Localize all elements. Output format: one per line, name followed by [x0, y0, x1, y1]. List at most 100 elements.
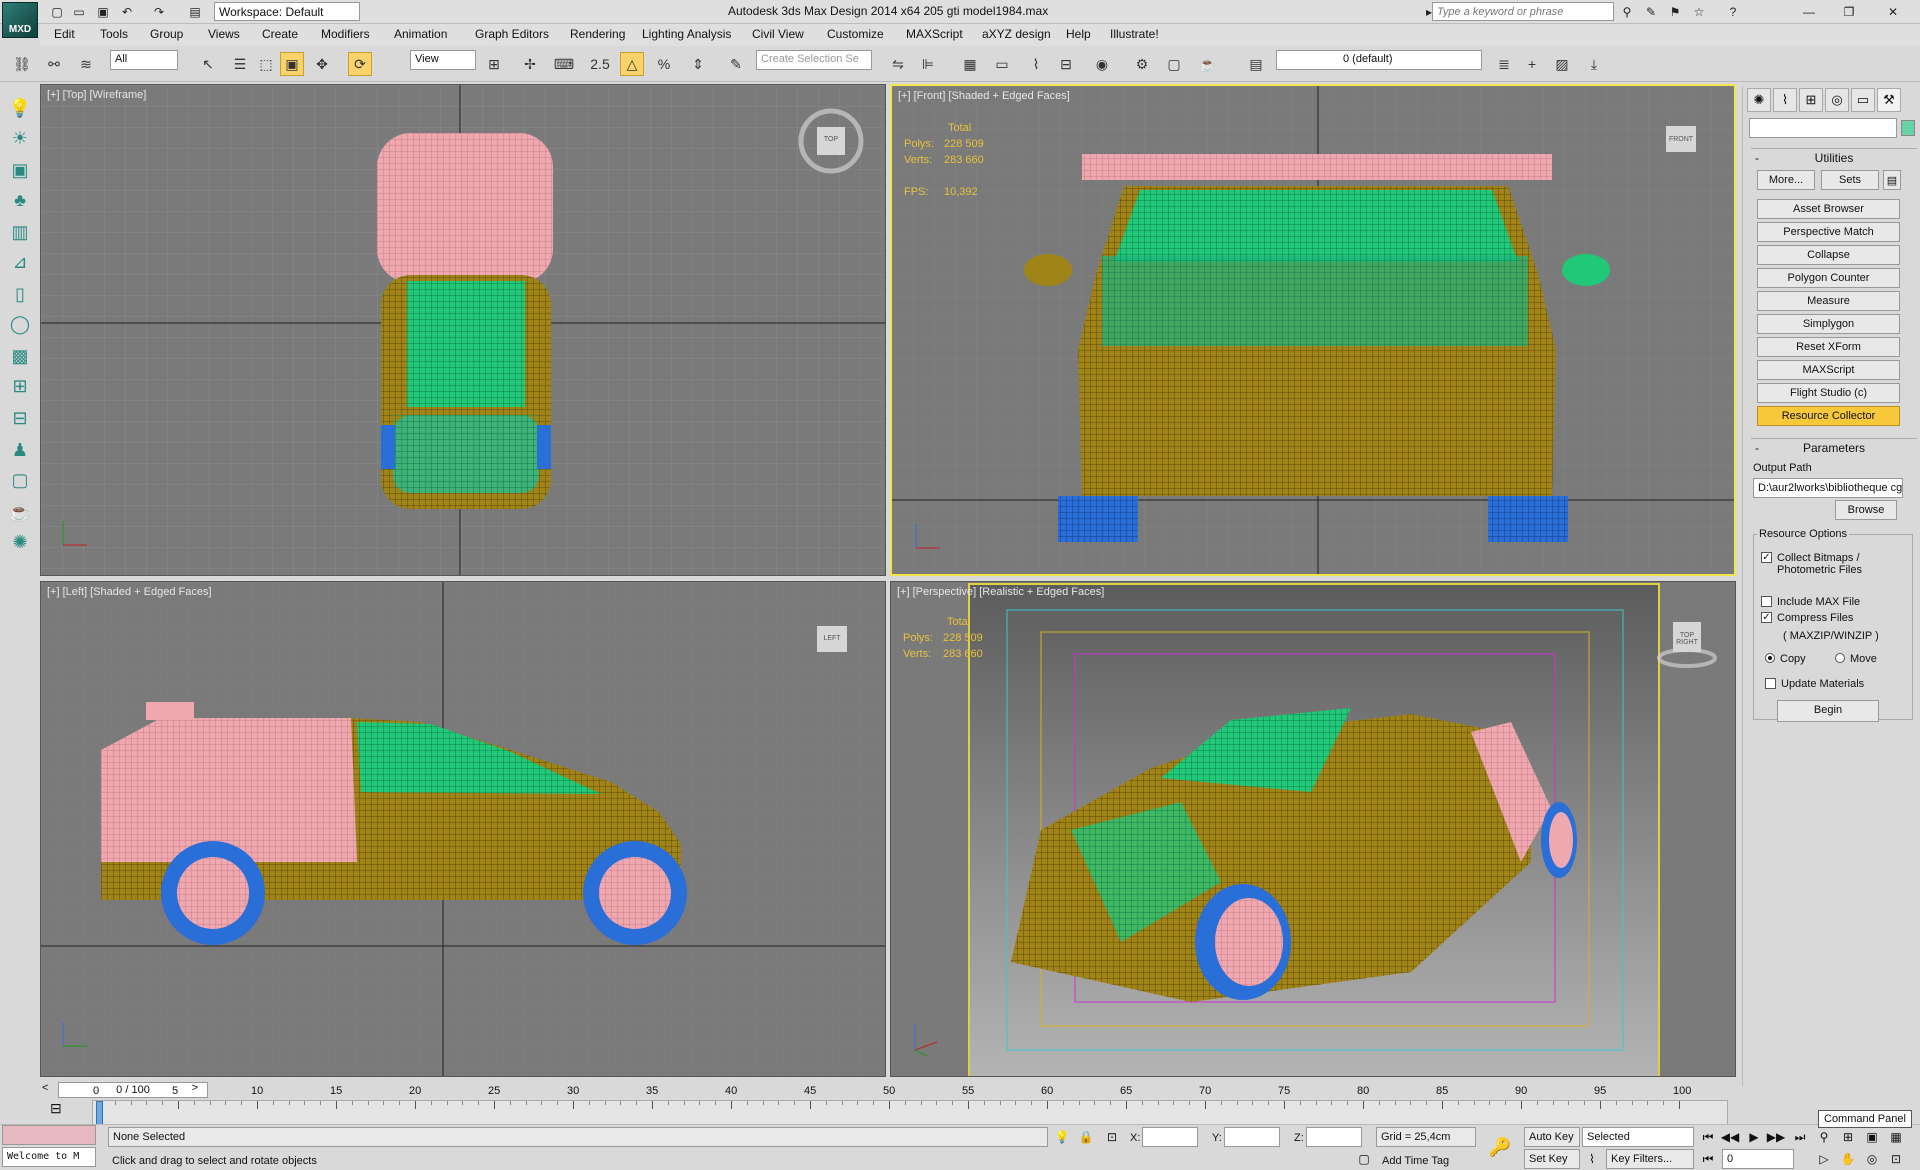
curve-editor-mini-icon[interactable]: ⊟: [50, 1100, 74, 1124]
utilities-tab-icon[interactable]: ⚒: [1877, 88, 1901, 112]
compress-files-checkbox[interactable]: ✓ Compress Files: [1761, 612, 1853, 624]
rect-selection-icon[interactable]: ⬚: [254, 52, 278, 76]
viewport-label[interactable]: [+] [Perspective] [Realistic + Edged Fac…: [897, 586, 1104, 598]
window-icon[interactable]: ▢: [6, 466, 34, 494]
selection-lock-icon[interactable]: 🔒: [1076, 1127, 1096, 1147]
add-time-tag-button[interactable]: Add Time Tag: [1382, 1155, 1449, 1167]
rendered-frame-icon[interactable]: ▢: [1162, 52, 1186, 76]
window-crossing-icon[interactable]: ▣: [280, 52, 304, 76]
sun-icon[interactable]: ☀: [6, 124, 34, 152]
favorites-icon[interactable]: ☆: [1690, 3, 1708, 21]
menu-views[interactable]: Views: [208, 27, 240, 41]
timeline-prev-icon[interactable]: <: [42, 1082, 56, 1098]
grid-icon[interactable]: ⊞: [6, 372, 34, 400]
set-key-button[interactable]: Set Key: [1524, 1149, 1580, 1169]
view-cube-label[interactable]: LEFT: [817, 635, 847, 642]
bind-spacewarp-icon[interactable]: ≋: [74, 52, 98, 76]
view-cube-label[interactable]: TOP RIGHT: [1671, 632, 1703, 646]
hierarchy-tab-icon[interactable]: ⊞: [1799, 88, 1823, 112]
viewport-perspective[interactable]: [+] [Perspective] [Realistic + Edged Fac…: [890, 581, 1736, 1077]
measure-button[interactable]: Measure: [1757, 291, 1900, 311]
zoom-extents-icon[interactable]: ▣: [1862, 1127, 1882, 1147]
menu-help[interactable]: Help: [1066, 27, 1091, 41]
menu-axyz-design[interactable]: aXYZ design: [982, 27, 1051, 41]
x-coordinate-input[interactable]: [1142, 1127, 1198, 1147]
align-icon[interactable]: ⊫: [916, 52, 940, 76]
maximize-viewport-icon[interactable]: ⊡: [1886, 1149, 1906, 1169]
communication-icon[interactable]: ⚑: [1666, 3, 1684, 21]
begin-button[interactable]: Begin: [1777, 700, 1879, 722]
zoom-icon[interactable]: ⚲: [1814, 1127, 1834, 1147]
auto-key-button[interactable]: Auto Key: [1524, 1127, 1580, 1147]
viewport-label[interactable]: [+] [Front] [Shaded + Edged Faces]: [898, 90, 1070, 102]
menu-create[interactable]: Create: [262, 27, 298, 41]
menu-civil-view[interactable]: Civil View: [752, 27, 804, 41]
workspace-dropdown[interactable]: Workspace: Default: [214, 2, 360, 21]
pan-icon[interactable]: ✋: [1838, 1149, 1858, 1169]
more-button[interactable]: More...: [1757, 170, 1815, 190]
mirror-icon[interactable]: ⇋: [886, 52, 910, 76]
move-icon[interactable]: ✥: [310, 52, 334, 76]
door-icon[interactable]: ▯: [6, 280, 34, 308]
edit-named-selection-icon[interactable]: ✎: [724, 52, 748, 76]
undo-icon[interactable]: ↶: [118, 3, 136, 21]
modify-tab-icon[interactable]: ⌇: [1773, 88, 1797, 112]
graphite-ribbon-icon[interactable]: ▭: [990, 52, 1014, 76]
link-icon[interactable]: ⛓: [10, 52, 34, 76]
open-file-icon[interactable]: ▭: [70, 3, 88, 21]
help-icon[interactable]: ?: [1724, 3, 1742, 21]
binoculars-icon[interactable]: ⚲: [1618, 3, 1636, 21]
panel-name-field[interactable]: [1749, 118, 1897, 138]
menu-graph-editors[interactable]: Graph Editors: [475, 27, 549, 41]
flight-studio-button[interactable]: Flight Studio (c): [1757, 383, 1900, 403]
configure-sets-icon[interactable]: ▤: [1883, 170, 1901, 190]
light-bulb-icon[interactable]: 💡: [6, 94, 34, 122]
timeline-current-frame-marker[interactable]: [96, 1101, 103, 1125]
parameters-rollout[interactable]: - Parameters: [1751, 438, 1917, 456]
render-icon[interactable]: ☕: [1196, 52, 1220, 76]
viewport-front[interactable]: [+] [Front] [Shaded + Edged Faces] FRONT…: [890, 84, 1736, 576]
key-mode-dropdown[interactable]: Selected: [1582, 1127, 1694, 1147]
set-current-layer-icon[interactable]: ⤓: [1582, 52, 1606, 76]
curve-editor-icon[interactable]: ⌇: [1024, 52, 1048, 76]
menu-tools[interactable]: Tools: [100, 27, 128, 41]
search-input[interactable]: Type a keyword or phrase: [1432, 2, 1614, 21]
camera-icon[interactable]: ▣: [6, 156, 34, 184]
tree-icon[interactable]: ♣: [6, 186, 34, 214]
menu-illustrate[interactable]: Illustrate!: [1110, 27, 1159, 41]
copy-radio[interactable]: Copy: [1765, 653, 1806, 665]
layer-toolbar-icon[interactable]: ▤: [1244, 52, 1268, 76]
z-coordinate-input[interactable]: [1306, 1127, 1362, 1147]
create-layer-icon[interactable]: ≣: [1492, 52, 1516, 76]
go-to-start-icon[interactable]: ⏮: [1698, 1127, 1718, 1147]
viewport-label[interactable]: [+] [Left] [Shaded + Edged Faces]: [47, 586, 212, 598]
menu-animation[interactable]: Animation: [394, 27, 447, 41]
stair-icon[interactable]: ⊿: [6, 248, 34, 276]
motion-tab-icon[interactable]: ◎: [1825, 88, 1849, 112]
rotate-icon[interactable]: ⟳: [348, 52, 372, 76]
snap-toggle-icon[interactable]: 2.5: [588, 52, 612, 76]
bulb-alt-icon[interactable]: ✺: [6, 528, 34, 556]
layer-dropdown[interactable]: 0 (default): [1276, 50, 1482, 70]
simplygon-button[interactable]: Simplygon: [1757, 314, 1900, 334]
update-materials-checkbox[interactable]: Update Materials: [1765, 678, 1864, 690]
schematic-view-icon[interactable]: ⊟: [1054, 52, 1078, 76]
browse-button[interactable]: Browse: [1835, 500, 1897, 520]
menu-customize[interactable]: Customize: [827, 27, 884, 41]
panel-icon[interactable]: ⊟: [6, 404, 34, 432]
selection-filter-dropdown[interactable]: All: [110, 50, 178, 70]
time-tag-icon[interactable]: ▢: [1354, 1149, 1374, 1169]
viewport-left[interactable]: [+] [Left] [Shaded + Edged Faces] LEFT: [40, 581, 886, 1077]
y-coordinate-input[interactable]: [1224, 1127, 1280, 1147]
go-to-end-icon[interactable]: ⏭: [1790, 1127, 1810, 1147]
menu-lighting-analysis[interactable]: Lighting Analysis: [642, 27, 731, 41]
resource-collector-button[interactable]: Resource Collector: [1757, 406, 1900, 426]
layer-manager-icon[interactable]: ▦: [958, 52, 982, 76]
pivot-icon[interactable]: ⊞: [482, 52, 506, 76]
perspective-match-button[interactable]: Perspective Match: [1757, 222, 1900, 242]
zoom-all-icon[interactable]: ⊞: [1838, 1127, 1858, 1147]
orbit-icon[interactable]: ◎: [1862, 1149, 1882, 1169]
wall-icon[interactable]: ▥: [6, 218, 34, 246]
keyboard-shortcut-icon[interactable]: ⌨: [552, 52, 576, 76]
isolate-icon[interactable]: 💡: [1052, 1127, 1072, 1147]
